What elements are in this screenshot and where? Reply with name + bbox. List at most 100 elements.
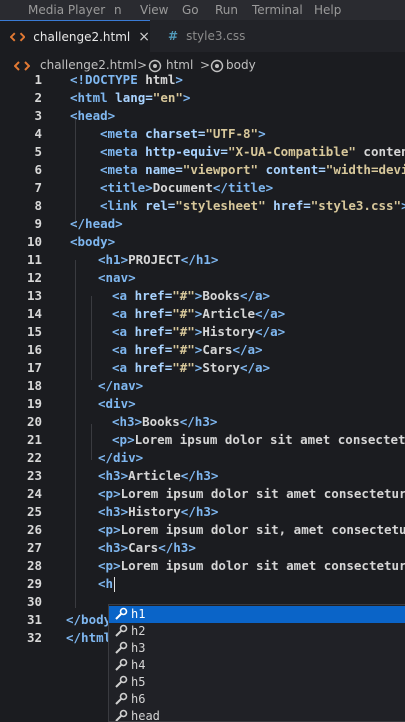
line-number: 28	[26, 558, 42, 573]
code-text: </body	[66, 612, 112, 627]
code-line[interactable]: 6 <meta name="viewport" content="width=de…	[0, 162, 405, 180]
code-line[interactable]: 5 <meta http-equiv="X-UA-Compatible" cont…	[0, 144, 405, 162]
suggestion-label: h3	[131, 641, 146, 655]
line-number: 8	[34, 198, 42, 213]
code-text: <h3>Books</h3>	[112, 414, 218, 429]
code-text: <a href="#">Cars</a>	[112, 342, 263, 357]
suggestion-item[interactable]: h6	[109, 691, 405, 708]
autocomplete-suggestions[interactable]: h1 h2 h3 h4 h5 h6 head	[108, 604, 405, 722]
menu-item-terminal[interactable]: Terminal	[252, 3, 303, 17]
code-text: <meta http-equiv="X-UA-Compatible" conte…	[100, 144, 405, 159]
suggestion-item[interactable]: h4	[109, 657, 405, 674]
line-number: 15	[26, 324, 42, 339]
code-line[interactable]: 21 <p>Lorem ipsum dolor sit amet consecte…	[0, 432, 405, 450]
line-number: 31	[26, 612, 42, 627]
suggestion-item[interactable]: h1	[109, 606, 405, 623]
code-line[interactable]: 11 <h1>PROJECT</h1>	[0, 252, 405, 270]
code-line[interactable]: 28 <p>Lorem ipsum dolor sit amet consecte…	[0, 558, 405, 576]
line-number: 29	[26, 576, 42, 591]
code-text: <meta name="viewport" content="width=dev…	[100, 162, 405, 177]
code-line[interactable]: 29 <h	[0, 576, 405, 594]
menu-item-help[interactable]: Help	[314, 3, 341, 17]
html-file-icon	[10, 32, 26, 42]
code-text: </html	[66, 630, 112, 645]
line-number: 5	[34, 144, 42, 159]
line-number: 20	[26, 414, 42, 429]
menu-item-view[interactable]: View	[140, 3, 168, 17]
code-line[interactable]: 3 <head>	[0, 108, 405, 126]
code-line[interactable]: 23 <h3>Article</h3>	[0, 468, 405, 486]
code-line[interactable]: 13 <a href="#">Books</a>	[0, 288, 405, 306]
line-number: 25	[26, 504, 42, 519]
code-line[interactable]: 15 <a href="#">History</a>	[0, 324, 405, 342]
tab-challenge2-html[interactable]: challenge2.html ×	[0, 20, 150, 53]
code-line[interactable]: 8 <link rel="stylesheet" href="style3.css…	[0, 198, 405, 216]
suggestion-item[interactable]: h3	[109, 640, 405, 657]
code-text: <html lang="en">	[70, 90, 191, 105]
code-line[interactable]: 10 <body>	[0, 234, 405, 252]
code-text: <link rel="stylesheet" href="style3.css"…	[100, 198, 405, 213]
line-number: 17	[26, 360, 42, 375]
suggestion-label: h4	[131, 658, 146, 672]
code-line[interactable]: 1 <!DOCTYPE html>	[0, 72, 405, 90]
suggestion-label: head	[131, 709, 160, 722]
code-text: <meta charset="UTF-8">	[100, 126, 266, 141]
menu-bar: Media Player n View Go Run Terminal Help	[0, 0, 405, 20]
code-line[interactable]: 9 </head>	[0, 216, 405, 234]
line-number: 7	[34, 180, 42, 195]
line-number: 24	[26, 486, 42, 501]
code-line[interactable]: 20 <h3>Books</h3>	[0, 414, 405, 432]
code-text: <a href="#">Story</a>	[112, 360, 271, 375]
line-number: 22	[26, 450, 42, 465]
code-text: <p>Lorem ipsum dolor sit amet consectetu	[112, 432, 405, 447]
code-line[interactable]: 14 <a href="#">Article</a>	[0, 306, 405, 324]
code-line[interactable]: 19 <div>	[0, 396, 405, 414]
suggestion-label: h1	[131, 607, 146, 621]
code-line[interactable]: 17 <a href="#">Story</a>	[0, 360, 405, 378]
code-line[interactable]: 4 <meta charset="UTF-8">	[0, 126, 405, 144]
code-text: <head>	[70, 108, 116, 123]
menu-item-run[interactable]: Run	[215, 3, 238, 17]
code-line[interactable]: 7 <title>Document</title>	[0, 180, 405, 198]
line-number: 18	[26, 378, 42, 393]
tab-style3-css[interactable]: # style3.css	[160, 20, 290, 52]
line-number: 3	[34, 108, 42, 123]
code-line[interactable]: 12 <nav>	[0, 270, 405, 288]
code-line[interactable]: 24 <p>Lorem ipsum dolor sit amet consecte…	[0, 486, 405, 504]
menu-item-go[interactable]: Go	[182, 3, 199, 17]
code-line[interactable]: 18 </nav>	[0, 378, 405, 396]
code-line[interactable]: 26 <p>Lorem ipsum dolor sit, amet consect…	[0, 522, 405, 540]
code-line[interactable]: 16 <a href="#">Cars</a>	[0, 342, 405, 360]
menu-item-media-player[interactable]: Media Player	[28, 3, 105, 17]
line-number: 11	[26, 252, 42, 267]
code-line[interactable]: 22 </div>	[0, 450, 405, 468]
code-line[interactable]: 2 <html lang="en">	[0, 90, 405, 108]
wrench-icon	[115, 658, 128, 671]
suggestion-label: h6	[131, 692, 146, 706]
code-line[interactable]: 25 <h3>History</h3>	[0, 504, 405, 522]
line-number: 2	[34, 90, 42, 105]
code-text: </div>	[98, 450, 144, 465]
line-number: 1	[34, 72, 42, 87]
code-text: <div>	[98, 396, 136, 411]
line-number: 21	[26, 432, 42, 447]
line-number: 30	[26, 594, 42, 609]
line-number: 32	[26, 630, 42, 645]
code-text: </head>	[70, 216, 123, 231]
code-text: <h3>History</h3>	[98, 504, 219, 519]
close-icon[interactable]: ×	[138, 29, 150, 45]
suggestion-item[interactable]: h5	[109, 674, 405, 691]
code-text: <h1>PROJECT</h1>	[98, 252, 219, 267]
code-text: <h	[98, 576, 114, 591]
code-text: <p>Lorem ipsum dolor sit amet consectetu…	[98, 558, 405, 573]
wrench-icon	[115, 641, 128, 654]
suggestion-item[interactable]: h2	[109, 623, 405, 640]
line-number: 26	[26, 522, 42, 537]
code-editor[interactable]: 1 <!DOCTYPE html> 2 <html lang="en"> 3 <head>…	[0, 70, 405, 670]
wrench-icon	[115, 607, 128, 620]
line-number: 13	[26, 288, 42, 303]
code-line[interactable]: 27 <h3>Cars</h3>	[0, 540, 405, 558]
suggestion-label: h2	[131, 624, 146, 638]
line-number: 16	[26, 342, 42, 357]
menu-item-fragment[interactable]: n	[114, 3, 122, 17]
